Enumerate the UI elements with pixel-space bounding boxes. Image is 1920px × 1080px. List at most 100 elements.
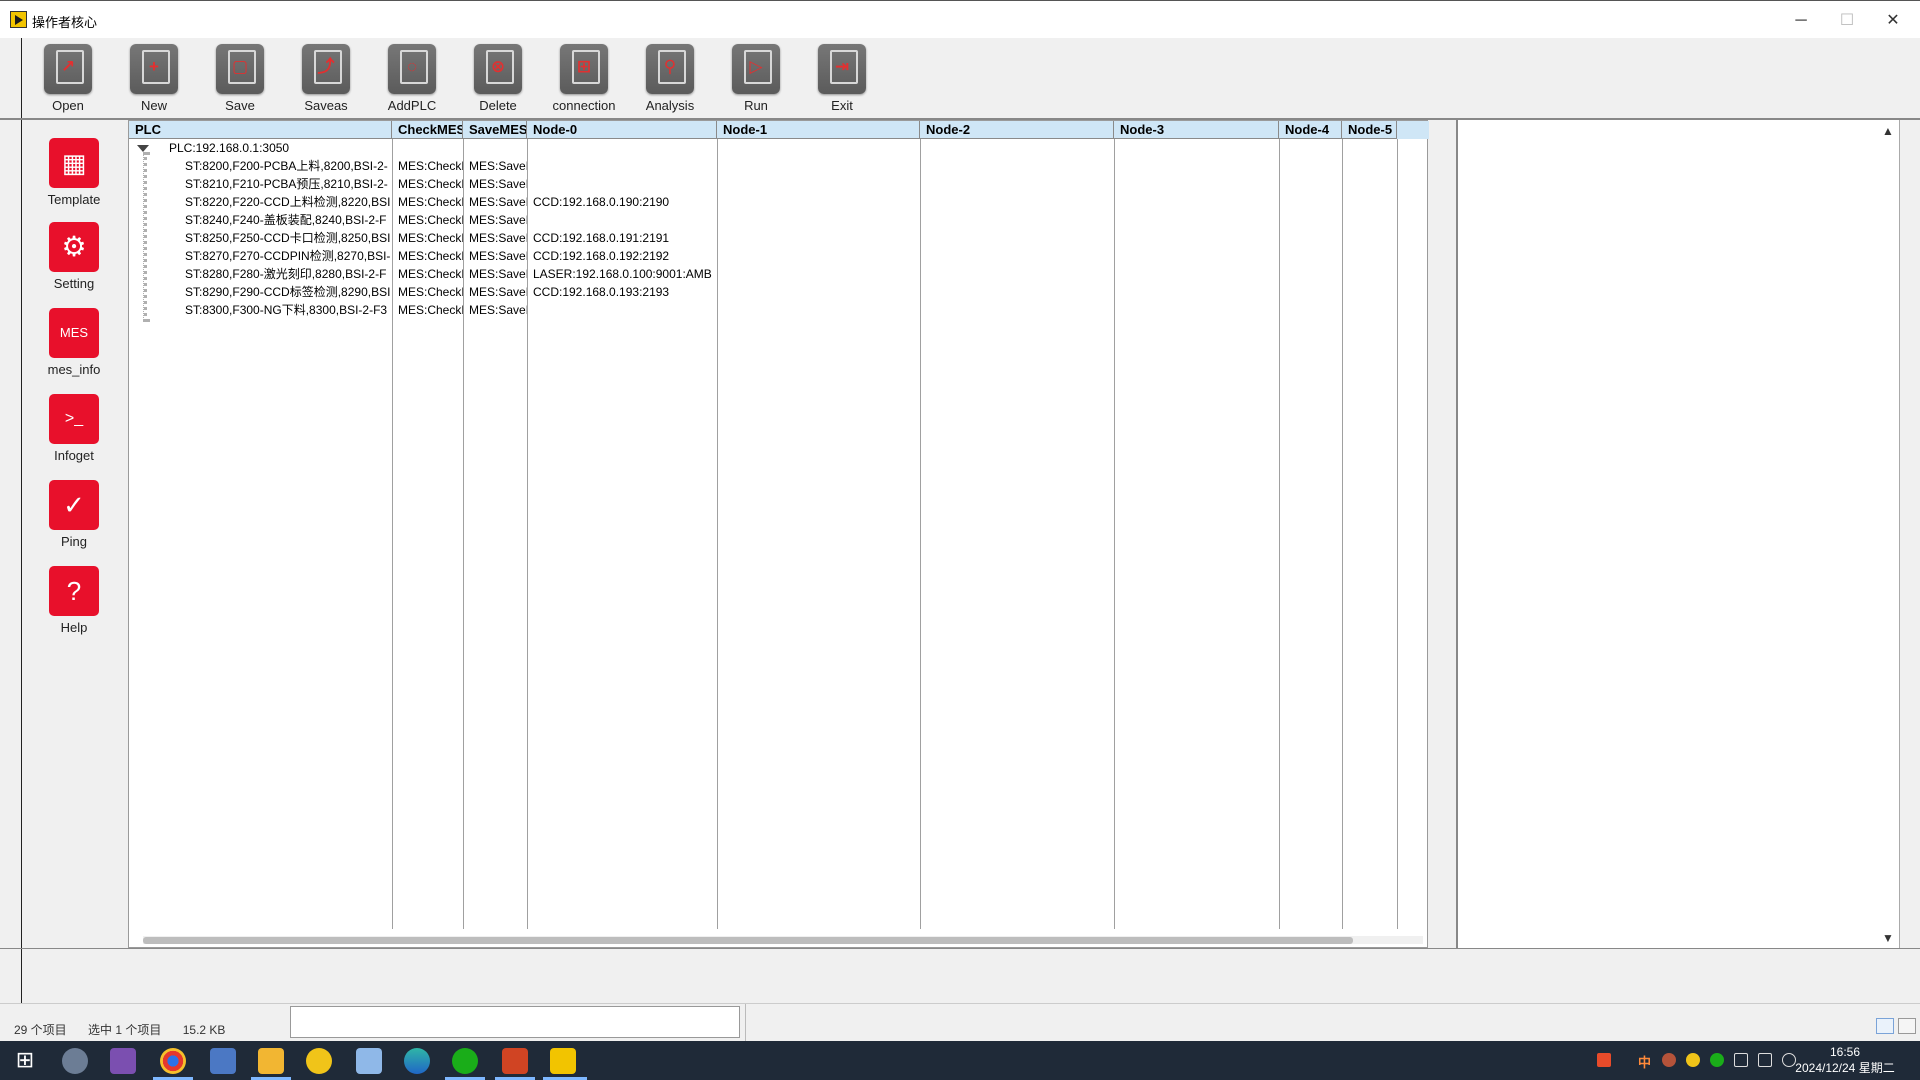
column-header-node-4[interactable]: Node-4 xyxy=(1279,121,1342,139)
sidebar-item-help[interactable]: ? Help xyxy=(42,566,106,635)
save-icon: ▢ xyxy=(216,44,264,94)
plc-tree-grid[interactable]: PLC CheckMES SaveMES Node-0 Node-1 Node-… xyxy=(128,120,1429,948)
cell-plc: ST:8270,F270-CCDPIN检测,8270,BSI- xyxy=(185,249,391,263)
details-view-icon[interactable] xyxy=(1876,1018,1894,1034)
yellow-app-icon[interactable] xyxy=(306,1048,332,1074)
sidebar-label-help: Help xyxy=(60,620,88,635)
mes-icon: MES xyxy=(49,308,99,358)
saveas-button[interactable]: ⤴ Saveas xyxy=(290,44,362,116)
title-bar: 操作者核心 ─ ☐ ✕ xyxy=(0,0,1920,38)
column-header-savemes[interactable]: SaveMES xyxy=(463,121,527,139)
table-row[interactable]: ST:8270,F270-CCDPIN检测,8270,BSI- MES:Chec… xyxy=(129,247,1429,265)
saveas-icon: ⤴ xyxy=(302,44,350,94)
app-icon xyxy=(10,11,27,28)
calculator-icon[interactable] xyxy=(210,1048,236,1074)
selected-count: 选中 1 个项目 xyxy=(88,1023,162,1037)
table-row[interactable]: ST:8240,F240-盖板装配,8240,BSI-2-F MES:Check… xyxy=(129,211,1429,229)
wechat-icon[interactable] xyxy=(452,1048,478,1074)
sidebar-label-setting: Setting xyxy=(53,276,95,291)
close-button[interactable]: ✕ xyxy=(1878,9,1908,33)
delete-button[interactable]: ⊗ Delete xyxy=(462,44,534,116)
cell-node-0: CCD:192.168.0.192:2192 xyxy=(533,249,670,263)
sidebar-item-template[interactable]: ▦ Template xyxy=(42,138,106,207)
new-button[interactable]: + New xyxy=(118,44,190,116)
chrome-icon[interactable] xyxy=(160,1048,186,1074)
clock[interactable]: 16:56 2024/12/24 星期二 xyxy=(1790,1044,1900,1076)
horizontal-scrollbar[interactable] xyxy=(143,936,1423,944)
addplc-button[interactable]: ◌ AddPLC xyxy=(376,44,448,116)
connection-label: connection xyxy=(552,98,616,113)
addplc-icon: ◌ xyxy=(388,44,436,94)
sidebar-item-ping[interactable]: ✓ Ping xyxy=(42,480,106,549)
tray-yellow-icon[interactable] xyxy=(1686,1053,1700,1067)
windows-start-icon[interactable]: ⊞ xyxy=(12,1047,38,1073)
panel-splitter[interactable] xyxy=(1430,120,1456,948)
exit-button[interactable]: ⇥ Exit xyxy=(806,44,878,116)
scroll-up-icon[interactable]: ▲ xyxy=(1880,124,1896,138)
exit-label: Exit xyxy=(831,98,853,113)
run-button[interactable]: ▷ Run xyxy=(720,44,792,116)
cell-plc: ST:8240,F240-盖板装配,8240,BSI-2-F xyxy=(185,213,387,227)
analysis-label: Analysis xyxy=(645,98,695,113)
horizontal-scrollbar-thumb[interactable] xyxy=(143,937,1353,944)
sidebar-item-mes-info[interactable]: MES mes_info xyxy=(42,308,106,377)
labview-icon[interactable] xyxy=(550,1048,576,1074)
tiles-view-icon[interactable] xyxy=(1898,1018,1916,1034)
file-explorer-icon[interactable] xyxy=(258,1048,284,1074)
tray-wechat-icon[interactable] xyxy=(1710,1053,1724,1067)
open-button[interactable]: ↗ Open xyxy=(32,44,104,116)
table-row[interactable]: ST:8250,F250-CCD卡口检测,8250,BSI MES:Check M… xyxy=(129,229,1429,247)
visual-studio-icon[interactable] xyxy=(110,1048,136,1074)
table-row[interactable]: ST:8220,F220-CCD上料检测,8220,BSI MES:Check M… xyxy=(129,193,1429,211)
column-header-checkmes[interactable]: CheckMES xyxy=(392,121,463,139)
sogou-ime-icon[interactable] xyxy=(1597,1053,1611,1067)
sidebar: ▦ Template ⚙ Setting MES mes_info >_ Inf… xyxy=(22,120,126,950)
ime-mode-indicator[interactable]: 中 xyxy=(1638,1052,1651,1071)
cell-savemes: MES:SaveMe xyxy=(469,303,527,317)
save-button[interactable]: ▢ Save xyxy=(204,44,276,116)
table-row[interactable]: ST:8280,F280-激光刻印,8280,BSI-2-F MES:Check… xyxy=(129,265,1429,283)
maximize-button[interactable]: ☐ xyxy=(1832,9,1862,33)
network-icon[interactable] xyxy=(1758,1053,1772,1067)
sidebar-label-ping: Ping xyxy=(60,534,88,549)
delete-label: Delete xyxy=(479,98,517,113)
column-header-node-1[interactable]: Node-1 xyxy=(717,121,920,139)
table-row[interactable]: ST:8290,F290-CCD标签检测,8290,BSI MES:Check M… xyxy=(129,283,1429,301)
status-bar: 29 个项目 选中 1 个项目 15.2 KB xyxy=(0,1003,1920,1042)
cell-savemes: MES:SaveMe xyxy=(469,231,527,245)
cell-savemes: MES:SaveMe xyxy=(469,249,527,263)
powerpoint-icon[interactable] xyxy=(502,1048,528,1074)
sidebar-item-setting[interactable]: ⚙ Setting xyxy=(42,222,106,291)
edge-icon[interactable] xyxy=(404,1048,430,1074)
column-header-node-3[interactable]: Node-3 xyxy=(1114,121,1279,139)
scroll-down-icon[interactable]: ▼ xyxy=(1880,931,1896,945)
collapse-toggle-icon[interactable] xyxy=(137,145,149,152)
table-row[interactable]: ST:8210,F210-PCBA预压,8210,BSI-2- MES:Chec… xyxy=(129,175,1429,193)
notepad-icon[interactable] xyxy=(356,1048,382,1074)
bottom-separator xyxy=(0,948,1920,949)
table-row[interactable]: ST:8200,F200-PCBA上料,8200,BSI-2- MES:Chec… xyxy=(129,157,1429,175)
minimize-button[interactable]: ─ xyxy=(1786,9,1816,33)
usb-icon[interactable] xyxy=(1734,1053,1748,1067)
column-header-node-2[interactable]: Node-2 xyxy=(920,121,1114,139)
sidebar-label-template: Template xyxy=(47,192,101,207)
connection-icon: ⊞ xyxy=(560,44,608,94)
column-header-node-5[interactable]: Node-5 xyxy=(1342,121,1397,139)
settings-app-icon[interactable] xyxy=(62,1048,88,1074)
cell-plc: ST:8220,F220-CCD上料检测,8220,BSI xyxy=(185,195,391,209)
column-header-plc[interactable]: PLC xyxy=(129,121,392,139)
cell-plc: ST:8280,F280-激光刻印,8280,BSI-2-F xyxy=(185,267,387,281)
analysis-button[interactable]: ⚲ Analysis xyxy=(634,44,706,116)
tree-row-root[interactable]: PLC:192.168.0.1:3050 xyxy=(129,139,1429,157)
taskbar: ⊞ 中 16:56 2024/12/24 星期二 xyxy=(0,1041,1920,1080)
column-header-node-0[interactable]: Node-0 xyxy=(527,121,717,139)
tray-app-icon[interactable] xyxy=(1662,1053,1676,1067)
connection-button[interactable]: ⊞ connection xyxy=(548,44,620,116)
toolbar: ↗ Open + New ▢ Save ⤴ Saveas ◌ AddPLC ⊗ … xyxy=(22,38,1920,118)
status-input-field[interactable] xyxy=(290,1006,740,1038)
sidebar-item-infoget[interactable]: >_ Infoget xyxy=(42,394,106,463)
status-divider xyxy=(745,1004,746,1042)
cell-checkmes: MES:CheckMe xyxy=(398,267,463,281)
table-row[interactable]: ST:8300,F300-NG下料,8300,BSI-2-F3 MES:Chec… xyxy=(129,301,1429,319)
cell-plc: ST:8290,F290-CCD标签检测,8290,BSI xyxy=(185,285,391,299)
